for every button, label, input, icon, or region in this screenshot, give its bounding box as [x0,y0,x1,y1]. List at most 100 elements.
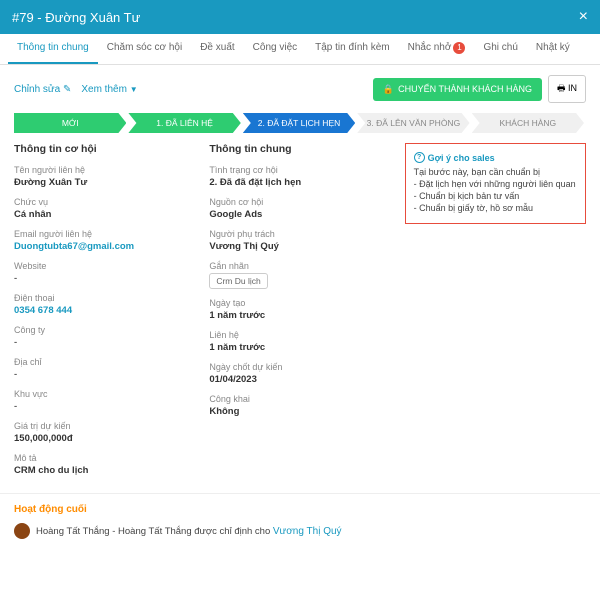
field-label: Ngày chốt dự kiến [209,362,390,372]
field: Ngày tạo 1 năm trước [209,298,390,321]
tab-5[interactable]: Nhắc nhở1 [399,34,475,64]
toolbar: Chỉnh sửa ✎ Xem thêm ▼ CHUYỂN THÀNH KHÁC… [0,65,600,113]
field-value: - [14,273,195,284]
col-opportunity: Thông tin cơ hội Tên người liên hệ Đường … [14,143,195,485]
field: Website - [14,261,195,284]
field-value: Không [209,406,390,417]
field: Người phụ trách Vương Thị Quý [209,229,390,252]
field-label: Ngày tạo [209,298,390,308]
stage-1[interactable]: 1. ĐÃ LIÊN HỆ [128,113,240,133]
field-label: Nguồn cơ hội [209,197,390,207]
sales-tip-line: - Chuẩn bị giấy tờ, hồ sơ mẫu [414,203,577,213]
tab-0[interactable]: Thông tin chung [8,34,98,64]
field: Chức vụ Cá nhân [14,197,195,220]
field-label: Người phụ trách [209,229,390,239]
close-icon[interactable]: × [579,8,588,26]
modal-title: #79 - Đường Xuân Tư [12,10,140,25]
field: Ngày chốt dự kiến 01/04/2023 [209,362,390,385]
field-label: Chức vụ [14,197,195,207]
field-label: Gắn nhãn [209,261,390,271]
field-value: 1 năm trước [209,310,390,321]
convert-customer-button[interactable]: CHUYỂN THÀNH KHÁCH HÀNG [373,78,542,101]
field: Tên người liên hệ Đường Xuân Tư [14,165,195,188]
field-value[interactable]: Duongtubta67@gmail.com [14,241,195,252]
field-value: 1 năm trước [209,342,390,353]
tab-1[interactable]: Chăm sóc cơ hội [98,34,191,64]
lock-icon [383,84,394,95]
field: Mô tả CRM cho du lịch [14,453,195,476]
help-icon: ? [414,152,425,163]
field-label: Liên hệ [209,330,390,340]
field-label: Website [14,261,195,271]
modal-header: #79 - Đường Xuân Tư × [0,0,600,34]
field: Email người liên hệ Duongtubta67@gmail.co… [14,229,195,252]
field-label: Email người liên hệ [14,229,195,239]
edit-link[interactable]: Chỉnh sửa ✎ [14,84,71,95]
field-value[interactable]: 0354 678 444 [14,305,195,316]
more-dropdown[interactable]: Xem thêm ▼ [81,84,137,95]
field: Điện thoại 0354 678 444 [14,293,195,316]
sales-tip-line: - Chuẩn bị kịch bản tư vấn [414,191,577,201]
field-value: - [14,369,195,380]
field: Giá trị dự kiến 150,000,000đ [14,421,195,444]
content-columns: Thông tin cơ hội Tên người liên hệ Đường … [0,143,600,485]
field: Công ty - [14,325,195,348]
field-label: Giá trị dự kiến [14,421,195,431]
print-button[interactable]: 🖶 IN [548,75,586,103]
col1-title: Thông tin cơ hội [14,143,195,155]
field-value: - [14,337,195,348]
field-value: CRM cho du lịch [14,465,195,476]
field: Khu vực - [14,389,195,412]
tab-bar: Thông tin chungChăm sóc cơ hộiĐề xuấtCôn… [0,34,600,65]
field-value: Vương Thị Quý [209,241,390,252]
field-label: Công khai [209,394,390,404]
field-value: Đường Xuân Tư [14,177,195,188]
sales-tips-box: ?Gợi ý cho sales Tại bước này, bạn cần c… [405,143,586,224]
field-label: Tình trạng cơ hội [209,165,390,175]
field-label: Khu vực [14,389,195,399]
field: Nguồn cơ hội Google Ads [209,197,390,220]
field: Gắn nhãn Crm Du lịch [209,261,390,289]
activity-title: Hoạt động cuối [14,504,586,515]
field-value: 150,000,000đ [14,433,195,444]
tab-3[interactable]: Công việc [244,34,306,64]
field: Địa chỉ - [14,357,195,380]
stage-0[interactable]: MỚI [14,113,126,133]
stage-bar: MỚI1. ĐÃ LIÊN HỆ2. ĐÃ ĐẶT LỊCH HẸN3. ĐÃ … [0,113,600,143]
tab-7[interactable]: Nhật ký [527,34,579,64]
badge: 1 [453,42,465,54]
pencil-icon: ✎ [63,84,71,95]
sales-tip-line: Tại bước này, bạn cần chuẩn bị [414,167,577,177]
avatar [14,523,30,539]
tab-4[interactable]: Tập tin đính kèm [306,34,398,64]
activity-row: Hoàng Tất Thắng - Hoàng Tất Thắng được c… [14,523,586,539]
sales-tip-line: - Đặt lịch hẹn với những người liên quan [414,179,577,189]
stage-4[interactable]: KHÁCH HÀNG [472,113,584,133]
chevron-down-icon: ▼ [130,85,138,94]
activity-text: Hoàng Tất Thắng - Hoàng Tất Thắng được c… [36,526,273,537]
field: Liên hệ 1 năm trước [209,330,390,353]
field-label: Địa chỉ [14,357,195,367]
stage-2[interactable]: 2. ĐÃ ĐẶT LỊCH HẸN [243,113,355,133]
activity-assignee[interactable]: Vương Thị Quý [273,526,342,537]
field-value: - [14,401,195,412]
field-value: Cá nhân [14,209,195,220]
field-label: Mô tả [14,453,195,463]
field-value: 2. Đã đã đặt lịch hẹn [209,177,390,188]
col2-title: Thông tin chung [209,143,390,155]
field-value: Google Ads [209,209,390,220]
sales-tips-title: ?Gợi ý cho sales [414,152,577,163]
field-value: 01/04/2023 [209,374,390,385]
field: Công khai Không [209,394,390,417]
field-label: Điện thoại [14,293,195,303]
tab-2[interactable]: Đề xuất [191,34,243,64]
tab-6[interactable]: Ghi chú [474,34,526,64]
field-label: Công ty [14,325,195,335]
last-activity: Hoạt động cuối Hoàng Tất Thắng - Hoàng T… [0,493,600,549]
tag[interactable]: Crm Du lịch [209,273,267,289]
stage-3[interactable]: 3. ĐÃ LÊN VĂN PHÒNG [357,113,469,133]
field-label: Tên người liên hệ [14,165,195,175]
col-sales-tips: ?Gợi ý cho sales Tại bước này, bạn cần c… [405,143,586,485]
field: Tình trạng cơ hội 2. Đã đã đặt lịch hẹn [209,165,390,188]
col-general: Thông tin chung Tình trạng cơ hội 2. Đã đ… [209,143,390,485]
